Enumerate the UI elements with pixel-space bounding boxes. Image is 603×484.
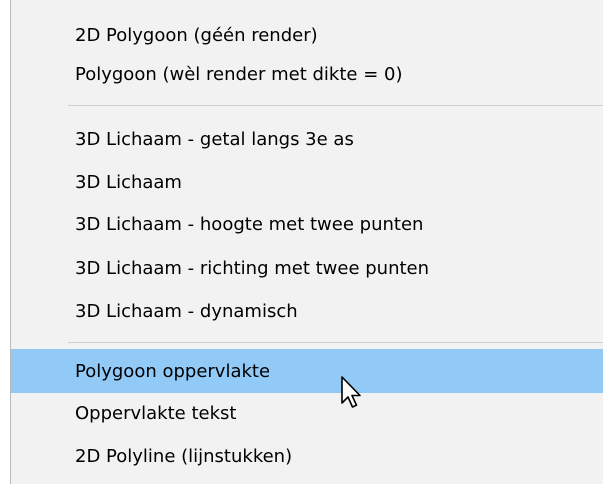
menu-item-oppervlakte-tekst[interactable]: Oppervlakte tekst — [11, 394, 603, 432]
menu-item-label: Polygoon oppervlakte — [75, 360, 271, 382]
menu-item-label: 2D Polyline (lijnstukken) — [75, 445, 293, 467]
menu-item-2d-polyline[interactable]: 2D Polyline (lijnstukken) — [11, 437, 603, 475]
menu-item-label: 3D Lichaam — [75, 171, 182, 193]
menu-item-label: 3D Lichaam - getal langs 3e as — [75, 128, 354, 150]
menu-item-label: Polygoon (wèl render met dikte = 0) — [75, 63, 403, 85]
menu-item-label: 2D Polygoon (géén render) — [75, 24, 318, 46]
menu-item-label: Oppervlakte tekst — [75, 402, 237, 424]
menu-separator — [68, 105, 603, 106]
menu-separator — [68, 342, 603, 343]
context-menu: 2D Polygoon (géén render) Polygoon (wèl … — [10, 0, 603, 484]
menu-item-3d-lichaam-dynamisch[interactable]: 3D Lichaam - dynamisch — [11, 292, 603, 330]
menu-item-3d-lichaam-getal[interactable]: 3D Lichaam - getal langs 3e as — [11, 120, 603, 158]
menu-item-polygoon-render[interactable]: Polygoon (wèl render met dikte = 0) — [11, 55, 603, 93]
menu-item-3d-lichaam-hoogte[interactable]: 3D Lichaam - hoogte met twee punten — [11, 205, 603, 243]
menu-item-3d-lichaam[interactable]: 3D Lichaam — [11, 163, 603, 201]
mouse-pointer-icon — [341, 376, 361, 408]
menu-item-label: 3D Lichaam - dynamisch — [75, 300, 298, 322]
menu-item-3d-lichaam-richting[interactable]: 3D Lichaam - richting met twee punten — [11, 249, 603, 287]
menu-item-polygoon-oppervlakte[interactable]: Polygoon oppervlakte — [11, 349, 603, 393]
menu-item-2d-polygoon[interactable]: 2D Polygoon (géén render) — [11, 16, 603, 54]
menu-item-label: 3D Lichaam - richting met twee punten — [75, 257, 430, 279]
menu-item-label: 3D Lichaam - hoogte met twee punten — [75, 213, 424, 235]
